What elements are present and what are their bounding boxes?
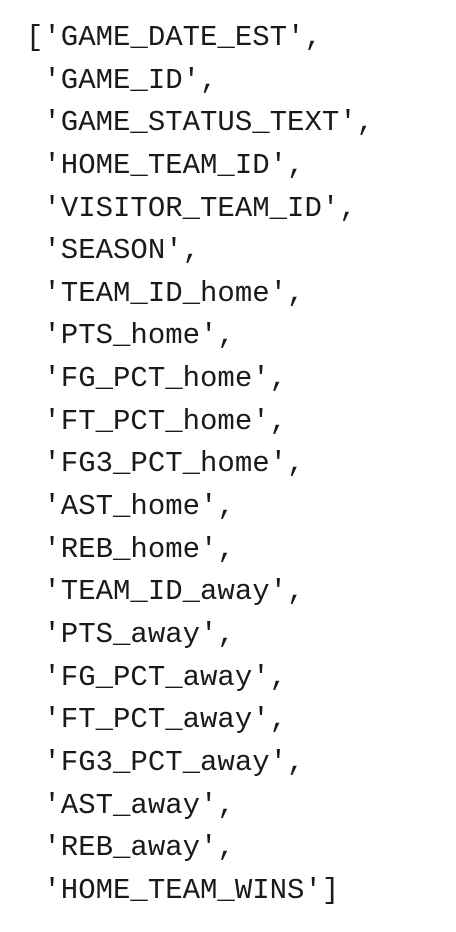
output-line: ['GAME_DATE_EST',: [26, 21, 322, 54]
output-line: 'HOME_TEAM_WINS']: [26, 873, 340, 907]
output-line: 'PTS_away',: [26, 617, 235, 651]
output-line: 'REB_home',: [26, 532, 235, 566]
output-line: 'VISITOR_TEAM_ID',: [26, 191, 357, 225]
output-line: 'FG3_PCT_away',: [26, 745, 305, 779]
output-line: 'AST_away',: [26, 788, 235, 822]
output-line: 'TEAM_ID_home',: [26, 276, 305, 310]
output-line: 'SEASON',: [26, 234, 201, 268]
output-line: 'FG3_PCT_home',: [26, 447, 305, 481]
output-line: 'AST_home',: [26, 490, 235, 524]
code-output-block: ['GAME_DATE_EST', 'GAME_ID', 'GAME_STATU…: [26, 17, 374, 912]
output-line: 'FG_PCT_home',: [26, 362, 288, 396]
output-line: 'FT_PCT_away',: [26, 703, 288, 737]
output-line: 'FT_PCT_home',: [26, 404, 288, 438]
output-line: 'PTS_home',: [26, 319, 235, 353]
output-line: 'HOME_TEAM_ID',: [26, 148, 305, 182]
output-line: 'GAME_ID',: [26, 63, 218, 97]
output-line: 'TEAM_ID_away',: [26, 575, 305, 609]
output-line: 'REB_away',: [26, 831, 235, 865]
output-line: 'FG_PCT_away',: [26, 660, 288, 694]
output-line: 'GAME_STATUS_TEXT',: [26, 106, 375, 140]
